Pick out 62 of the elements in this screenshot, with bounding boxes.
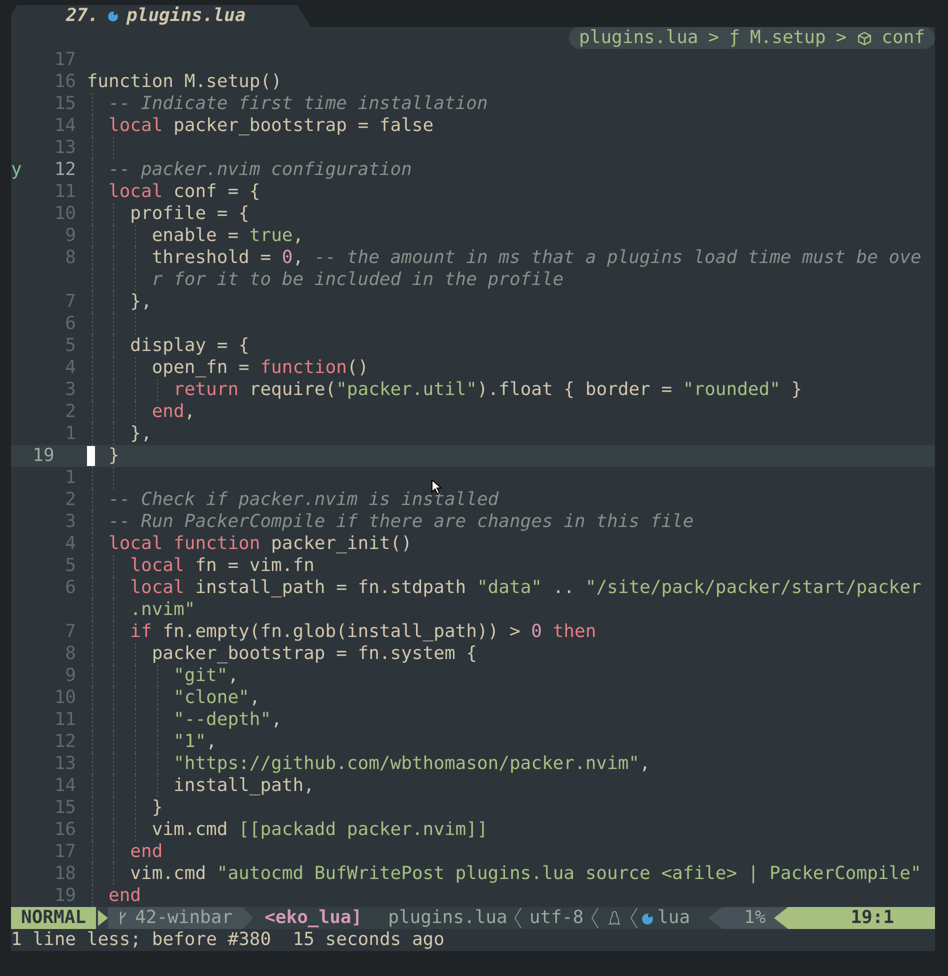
code-text: "https://github.com/wbthomason/packer.nvim", <box>174 753 650 775</box>
circle-icon <box>640 912 654 924</box>
code-text: end <box>130 841 163 863</box>
chevron-icon <box>513 907 524 929</box>
code-text: -- Check if packer.nvim is installed <box>108 489 499 511</box>
line-number: 19 <box>32 445 54 466</box>
code-text: local conf = { <box>108 181 260 203</box>
code-text: "clone", <box>174 687 260 709</box>
cube-icon <box>856 30 872 46</box>
chevron-icon <box>628 907 639 929</box>
code-text: install_path, <box>174 775 314 797</box>
branch-name: 42-winbar <box>135 907 233 929</box>
code-text: r for it to be included in the profile <box>152 269 564 291</box>
git-branch-icon <box>118 910 128 926</box>
scroll-percent: 1% <box>722 907 774 929</box>
code-text: "--depth", <box>174 709 282 731</box>
code-text: display = { <box>130 335 250 357</box>
code-text: enable = true, <box>152 225 304 247</box>
code-text: vim.cmd "autocmd BufWritePost plugins.lua source <afile> | PackerCompile" <box>130 863 922 885</box>
code-text: }, <box>130 423 152 445</box>
code-text: -- Indicate first time installation <box>108 93 488 115</box>
breadcrumb[interactable]: M.setup <box>750 27 826 49</box>
breadcrumb[interactable]: conf <box>882 27 925 49</box>
code-text: -- Run PackerCompile if there are changes in this file <box>108 511 694 533</box>
sign-mark: y <box>11 159 22 180</box>
code-text: packer_bootstrap = fn.system { <box>152 643 477 665</box>
message-text: 1 line less; before #380 15 seconds ago <box>11 929 444 950</box>
code-text: if fn.empty(fn.glob(install_path)) > 0 then <box>130 621 596 643</box>
code-text: local function packer_init() <box>108 533 412 555</box>
code-text: vim.cmd [[packadd packer.nvim]] <box>152 819 488 841</box>
chevron-icon <box>590 907 600 929</box>
code-text: profile = { <box>130 203 250 225</box>
code-text: end <box>108 885 142 907</box>
line-number: 12 <box>54 159 76 180</box>
code-text: return require("packer.util").float { border = "rounded" } <box>174 379 802 401</box>
code-text: open_fn = function() <box>152 357 369 379</box>
code-text: .nvim" <box>130 599 196 621</box>
code-text: -- packer.nvim configuration <box>108 159 412 181</box>
code-text: function M.setup() <box>86 71 282 93</box>
code-text: end, <box>152 401 196 423</box>
code-text: }, <box>130 291 152 313</box>
mode-indicator: NORMAL <box>11 907 96 929</box>
code-text: } <box>108 445 120 467</box>
code-text: local packer_bootstrap = false <box>108 115 434 137</box>
circle-icon <box>106 10 119 22</box>
breadcrumb-separator: > <box>836 27 847 49</box>
code-text: } <box>152 797 163 819</box>
function-symbol: ƒ <box>729 27 740 49</box>
code-text: "git", <box>174 665 239 687</box>
code-text: local install_path = fn.stdpath "data" .. "/site/pack/packer/start/packer <box>130 577 922 599</box>
file-type: lua <box>656 907 692 929</box>
file-name: plugins.lua <box>387 907 508 929</box>
code-text: local fn = vim.fn <box>130 555 314 577</box>
penguin-icon <box>608 910 621 926</box>
breadcrumb[interactable]: plugins.lua <box>579 27 698 49</box>
breadcrumb-separator: > <box>708 27 720 49</box>
project-name: <eko_lua] <box>264 907 362 929</box>
code-text: threshold = 0, -- the amount in ms that a plugins load time must be ove <box>152 247 922 269</box>
text-cursor <box>86 446 96 466</box>
cursor-position: 19:1 <box>788 907 935 929</box>
code-text: "1", <box>174 731 217 753</box>
file-encoding: utf-8 <box>528 907 585 929</box>
